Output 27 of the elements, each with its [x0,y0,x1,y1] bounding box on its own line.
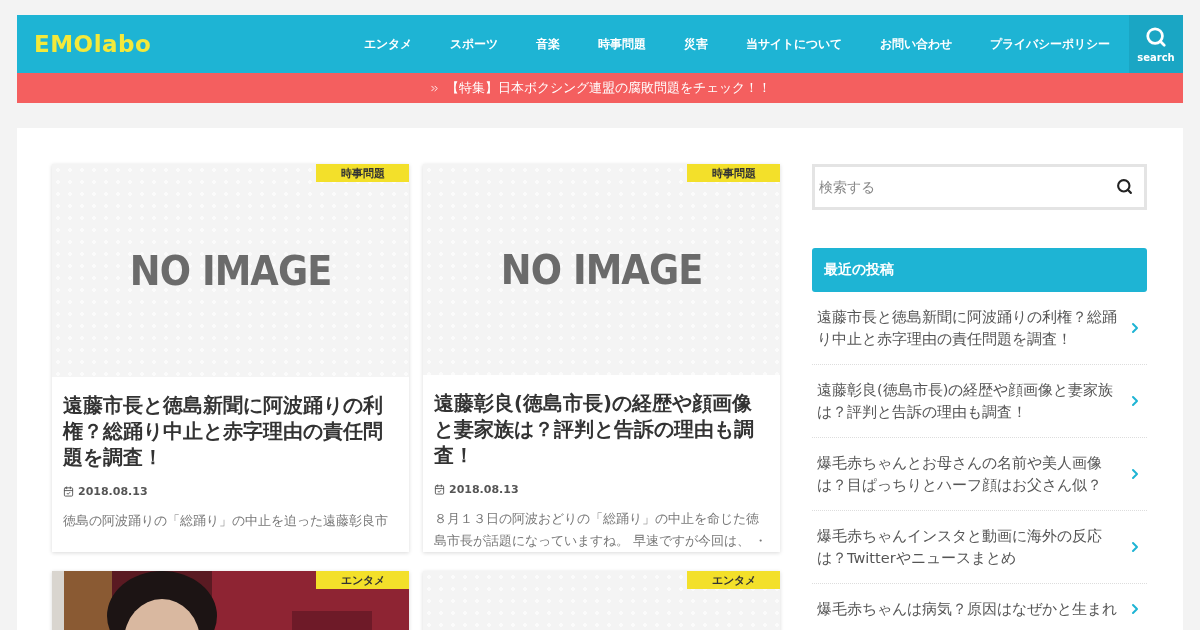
post-date: 2018.08.13 [449,483,519,496]
recent-post-link[interactable]: 遠藤市長と徳島新聞に阿波踊りの利権？総踊り中止と赤字理由の責任問題を調査！ [812,292,1147,365]
post-card[interactable]: エンタメ [423,571,780,630]
recent-post-link[interactable]: 爆毛赤ちゃんインスタと動画に海外の反応は？Twitterやニュースまとめ [812,511,1147,584]
search-icon[interactable] [1116,178,1133,195]
search-icon [1145,25,1167,48]
widget-title: 最近の投稿 [812,248,1147,292]
search-field[interactable]: 検索する [812,164,1147,210]
category-label[interactable]: エンタメ [687,571,780,589]
post-excerpt: 徳島の阿波踊りの「総踊り」の中止を迫った遠藤彰良市 [63,512,389,530]
post-title[interactable]: 遠藤彰良(徳島市長)の経歴や顔画像と妻家族は？評判と告訴の理由も調査！ [434,391,770,469]
post-card[interactable]: エンタメ [52,571,409,630]
recent-post-link[interactable]: 爆毛赤ちゃんとお母さんの名前や美人画像は？目ぱっちりとハーフ顔はお父さん似？ [812,438,1147,511]
post-excerpt: ８月１３日の阿波おどりの「総踊り」の中止を命じた徳島市長が話題になっていますね。 早速ですが今回は、 ・ [434,510,768,550]
post-card[interactable]: NO IMAGE 時事問題 遠藤市長と徳島新聞に阿波踊りの利権？総踊り中止と赤字理由の責任問題を調査！ 2018.08.13 徳島の阿波踊りの「総踊り」の中止を迫った遠藤彰良市 [52,164,409,552]
no-image-placeholder: NO IMAGE [500,246,703,293]
post-date: 2018.08.13 [78,485,148,498]
post-title[interactable]: 遠藤市長と徳島新聞に阿波踊りの利権？総踊り中止と赤字理由の責任問題を調査！ [63,393,399,471]
category-label[interactable]: エンタメ [316,571,409,589]
category-label[interactable]: 時事問題 [687,164,780,182]
category-label[interactable]: 時事問題 [316,164,409,182]
post-card[interactable]: NO IMAGE 時事問題 遠藤彰良(徳島市長)の経歴や顔画像と妻家族は？評判と告訴の理由も調査！ 2018.08.13 ８月１３日の阿波おどりの「総踊り」の中止を命じた徳島市長が話題になっていますね。 早速ですが今回は、 ・ [423,164,780,552]
recent-post-link[interactable]: 遠藤彰良(徳島市長)の経歴や顔画像と妻家族は？評判と告訴の理由も調査！ [812,365,1147,438]
calendar-icon [63,486,74,497]
calendar-icon [434,484,445,495]
recent-post-link[interactable]: 爆毛赤ちゃんは病気？原因はなぜかと生まれ [812,584,1147,630]
no-image-placeholder: NO IMAGE [129,247,332,294]
